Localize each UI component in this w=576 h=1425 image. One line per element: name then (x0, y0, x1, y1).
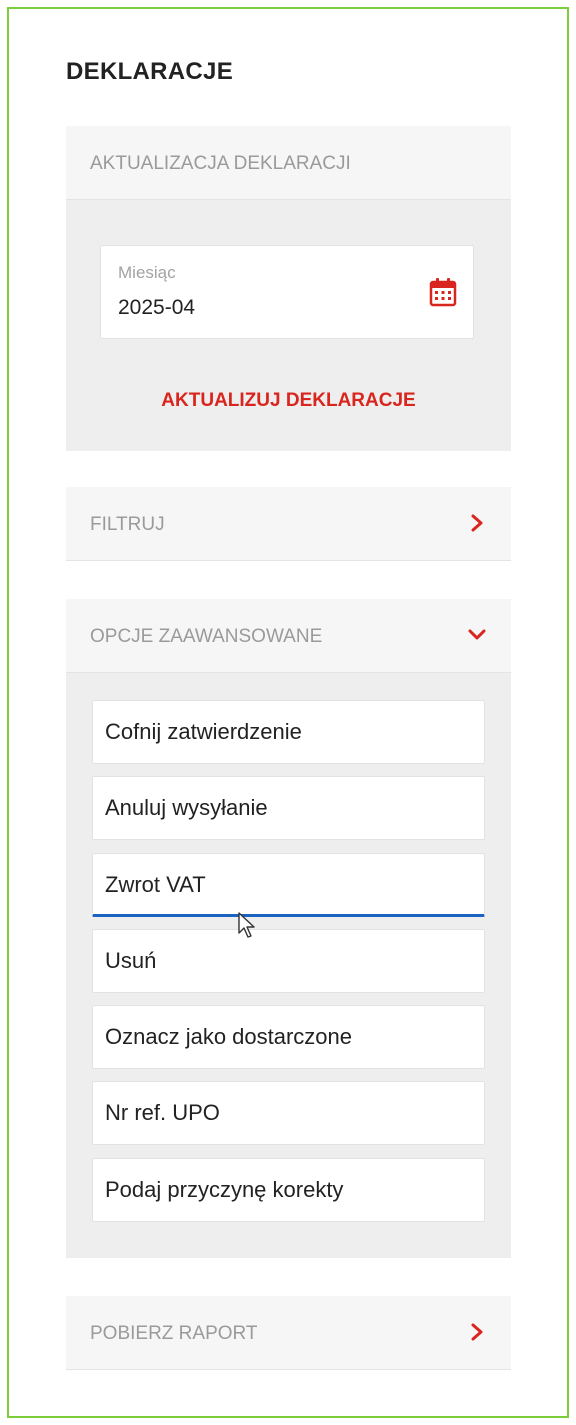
filter-panel: FILTRUJ (66, 487, 511, 561)
update-declarations-button[interactable]: AKTUALIZUJ DEKLARACJE (66, 390, 511, 412)
advanced-panel-title: OPCJE ZAAWANSOWANE (90, 626, 323, 647)
update-panel-title: AKTUALIZACJA DEKLARACJI (90, 153, 351, 174)
filter-panel-header[interactable]: FILTRUJ (66, 487, 511, 561)
vat-refund-option[interactable]: Zwrot VAT (92, 853, 485, 917)
cancel-sending-option[interactable]: Anuluj wysyłanie (92, 776, 485, 840)
update-panel-header: AKTUALIZACJA DEKLARACJI (66, 126, 511, 200)
month-field-value[interactable]: 2025-04 (118, 296, 195, 320)
report-panel-header[interactable]: POBIERZ RAPORT (66, 1296, 511, 1370)
upo-reference-option[interactable]: Nr ref. UPO (92, 1081, 485, 1145)
page-title: DEKLARACJE (66, 58, 234, 85)
mouse-cursor-icon (237, 912, 257, 940)
advanced-panel-body: Cofnij zatwierdzenie Anuluj wysyłanie Zw… (66, 673, 511, 1258)
filter-panel-title: FILTRUJ (90, 514, 165, 535)
month-field[interactable]: Miesiąc 2025-04 (100, 245, 474, 339)
calendar-icon[interactable] (429, 277, 457, 307)
download-report-panel: POBIERZ RAPORT (66, 1296, 511, 1370)
undo-approval-option[interactable]: Cofnij zatwierdzenie (92, 700, 485, 764)
month-field-label: Miesiąc (118, 263, 176, 282)
mark-delivered-option[interactable]: Oznacz jako dostarczone (92, 1005, 485, 1069)
correction-reason-option[interactable]: Podaj przyczynę korekty (92, 1158, 485, 1222)
chevron-right-icon[interactable] (467, 513, 487, 533)
advanced-options-panel: OPCJE ZAAWANSOWANE Cofnij zatwierdzenie … (66, 599, 511, 1258)
update-panel-body: Miesiąc 2025-04 AKTUALIZUJ DEKLARACJE (66, 200, 511, 451)
delete-option[interactable]: Usuń (92, 929, 485, 993)
chevron-down-icon[interactable] (467, 625, 487, 645)
update-declarations-panel: AKTUALIZACJA DEKLARACJI Miesiąc 2025-04 (66, 126, 511, 451)
report-panel-title: POBIERZ RAPORT (90, 1323, 258, 1344)
chevron-right-icon[interactable] (467, 1322, 487, 1342)
advanced-panel-header[interactable]: OPCJE ZAAWANSOWANE (66, 599, 511, 673)
